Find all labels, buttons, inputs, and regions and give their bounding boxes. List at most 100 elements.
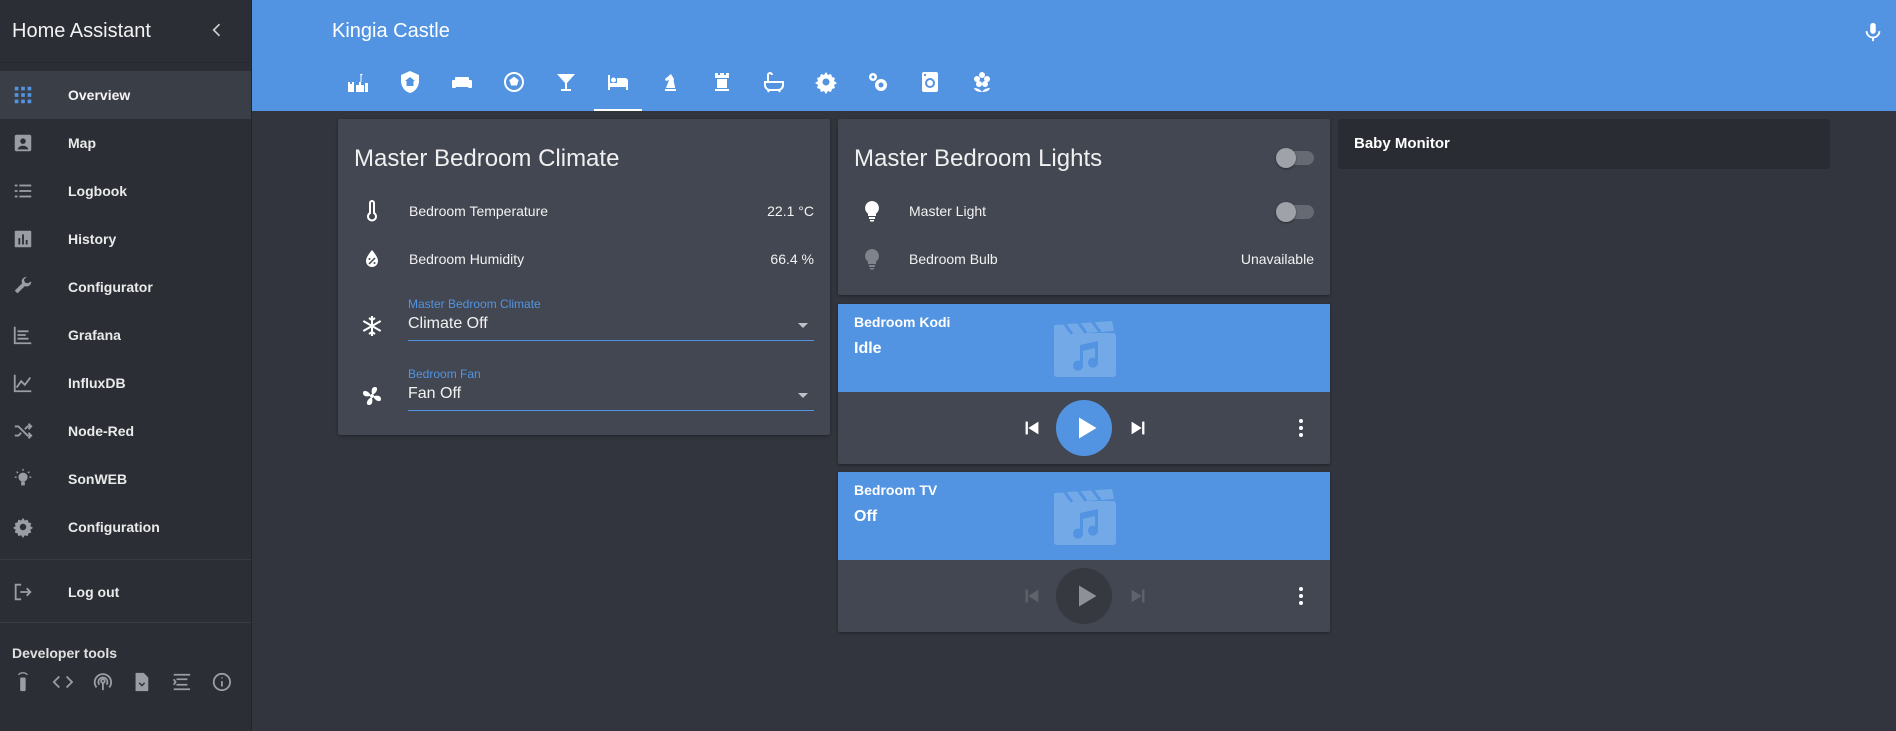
castle-icon (348, 74, 368, 92)
sidebar-item-logbook[interactable]: Logbook (0, 167, 251, 215)
tab-castle[interactable] (332, 70, 384, 111)
light-row[interactable]: Master Light (838, 191, 1330, 231)
skip-next-icon[interactable] (1127, 417, 1149, 439)
sensor-row[interactable]: Bedroom Humidity 66.4 % (338, 239, 830, 279)
fan-icon (363, 387, 381, 405)
gears-icon (869, 73, 887, 91)
tab-system[interactable] (852, 70, 904, 111)
sofa-icon (452, 77, 472, 88)
play-button[interactable] (1056, 400, 1112, 456)
toggle-knob (1276, 202, 1296, 222)
light-row[interactable]: Bedroom Bulb Unavailable (838, 239, 1330, 279)
washing-machine-icon (922, 72, 938, 92)
chevron-down-icon[interactable] (798, 323, 808, 328)
sidebar-item-label: InfluxDB (68, 375, 126, 391)
sidebar-item-overview[interactable]: Overview (0, 71, 251, 119)
sidebar-divider (0, 622, 251, 623)
select-row[interactable]: Master Bedroom Climate Climate Off (338, 297, 830, 357)
select-underline (408, 410, 814, 411)
tab-bathroom[interactable] (748, 70, 800, 111)
wrench-icon (14, 276, 32, 294)
play-icon (1079, 585, 1097, 607)
sidebar-item-configurator[interactable]: Configurator (0, 263, 251, 311)
tab-security[interactable] (384, 70, 436, 111)
file-icon[interactable] (131, 671, 153, 693)
sidebar-item-grafana[interactable]: Grafana (0, 311, 251, 359)
chart-bar-icon (14, 230, 32, 248)
light-toggle[interactable] (1276, 202, 1314, 222)
sensor-label: Bedroom Temperature (409, 203, 549, 219)
tab-garden[interactable] (956, 70, 1008, 111)
info-icon[interactable] (211, 671, 233, 693)
fan-select[interactable]: Fan Off (408, 385, 461, 403)
lightbulb-icon (865, 249, 879, 270)
apps-icon (14, 86, 32, 104)
tab-living[interactable] (436, 70, 488, 111)
play-button (1056, 568, 1112, 624)
shield-home-icon (401, 71, 419, 93)
sidebar-item-configuration[interactable]: Configuration (0, 503, 251, 551)
media-controls (838, 392, 1330, 464)
list-icon (14, 184, 32, 198)
chess-knight-icon (665, 74, 676, 91)
media-card: Bedroom TV Off (838, 472, 1330, 632)
bathtub-icon (764, 72, 784, 93)
media-controls (838, 560, 1330, 632)
developer-tools-title: Developer tools (12, 645, 118, 661)
more-vert-icon[interactable] (1289, 584, 1313, 608)
more-vert-icon[interactable] (1289, 416, 1313, 440)
sidebar-item-map[interactable]: Map (0, 119, 251, 167)
skip-previous-icon[interactable] (1021, 417, 1043, 439)
select-row[interactable]: Bedroom Fan Fan Off (338, 367, 830, 427)
tab-sports[interactable] (488, 70, 540, 111)
card-title: Master Bedroom Lights (854, 145, 1103, 172)
tab-bar[interactable] (540, 70, 592, 111)
tab-settings[interactable] (800, 70, 852, 111)
soccer-icon (504, 72, 524, 92)
template-icon[interactable] (171, 671, 193, 693)
microphone-icon[interactable] (1862, 20, 1884, 44)
sidebar-item-influxdb[interactable]: InfluxDB (0, 359, 251, 407)
water-percent-icon (366, 250, 378, 267)
sensor-row[interactable]: Bedroom Temperature 22.1 °C (338, 191, 830, 231)
climate-select[interactable]: Climate Off (408, 315, 488, 333)
group-toggle[interactable] (1276, 148, 1314, 168)
toggle-knob (1276, 148, 1296, 168)
page-title: Kingia Castle (332, 20, 450, 42)
sidebar-item-label: Node-Red (68, 423, 135, 439)
select-label: Master Bedroom Climate (408, 297, 541, 311)
media-name: Bedroom TV (854, 482, 938, 498)
antenna-icon[interactable] (92, 671, 114, 693)
sidebar-item-history[interactable]: History (0, 215, 251, 263)
remote-icon[interactable] (12, 671, 34, 693)
climate-card: Master Bedroom Climate Bedroom Temperatu… (338, 119, 830, 435)
sidebar-item-node-red[interactable]: Node-Red (0, 407, 251, 455)
movie-music-icon (1054, 321, 1116, 377)
tab-games[interactable] (644, 70, 696, 111)
cocktail-icon (557, 74, 575, 91)
code-icon[interactable] (52, 671, 74, 693)
camera-title: Baby Monitor (1354, 135, 1450, 152)
top-bar: Kingia Castle (252, 0, 1896, 111)
tab-laundry[interactable] (904, 70, 956, 111)
tab-castle-rook[interactable] (696, 70, 748, 111)
lightbulb-icon (865, 201, 879, 222)
sidebar-item-label: Map (68, 135, 96, 151)
sidebar-item-logout[interactable]: Log out (0, 568, 251, 616)
media-header: Bedroom Kodi Idle (838, 304, 1330, 392)
camera-card[interactable]: Baby Monitor (1338, 119, 1830, 169)
select-label: Bedroom Fan (408, 367, 481, 381)
sidebar-item-label: Grafana (68, 327, 121, 343)
light-label: Bedroom Bulb (909, 251, 998, 267)
light-state: Unavailable (1240, 251, 1314, 267)
shuffle-icon (14, 423, 33, 439)
sidebar-item-sonweb[interactable]: SonWEB (0, 455, 251, 503)
tab-bedroom[interactable] (592, 70, 644, 111)
flower-icon (974, 72, 990, 92)
chevron-left-icon[interactable] (207, 20, 227, 40)
sensor-value: 22.1 °C (767, 203, 814, 219)
sensor-label: Bedroom Humidity (409, 251, 525, 267)
chevron-down-icon[interactable] (798, 393, 808, 398)
sidebar-item-label: Log out (68, 584, 120, 600)
sidebar-item-label: SonWEB (68, 471, 128, 487)
